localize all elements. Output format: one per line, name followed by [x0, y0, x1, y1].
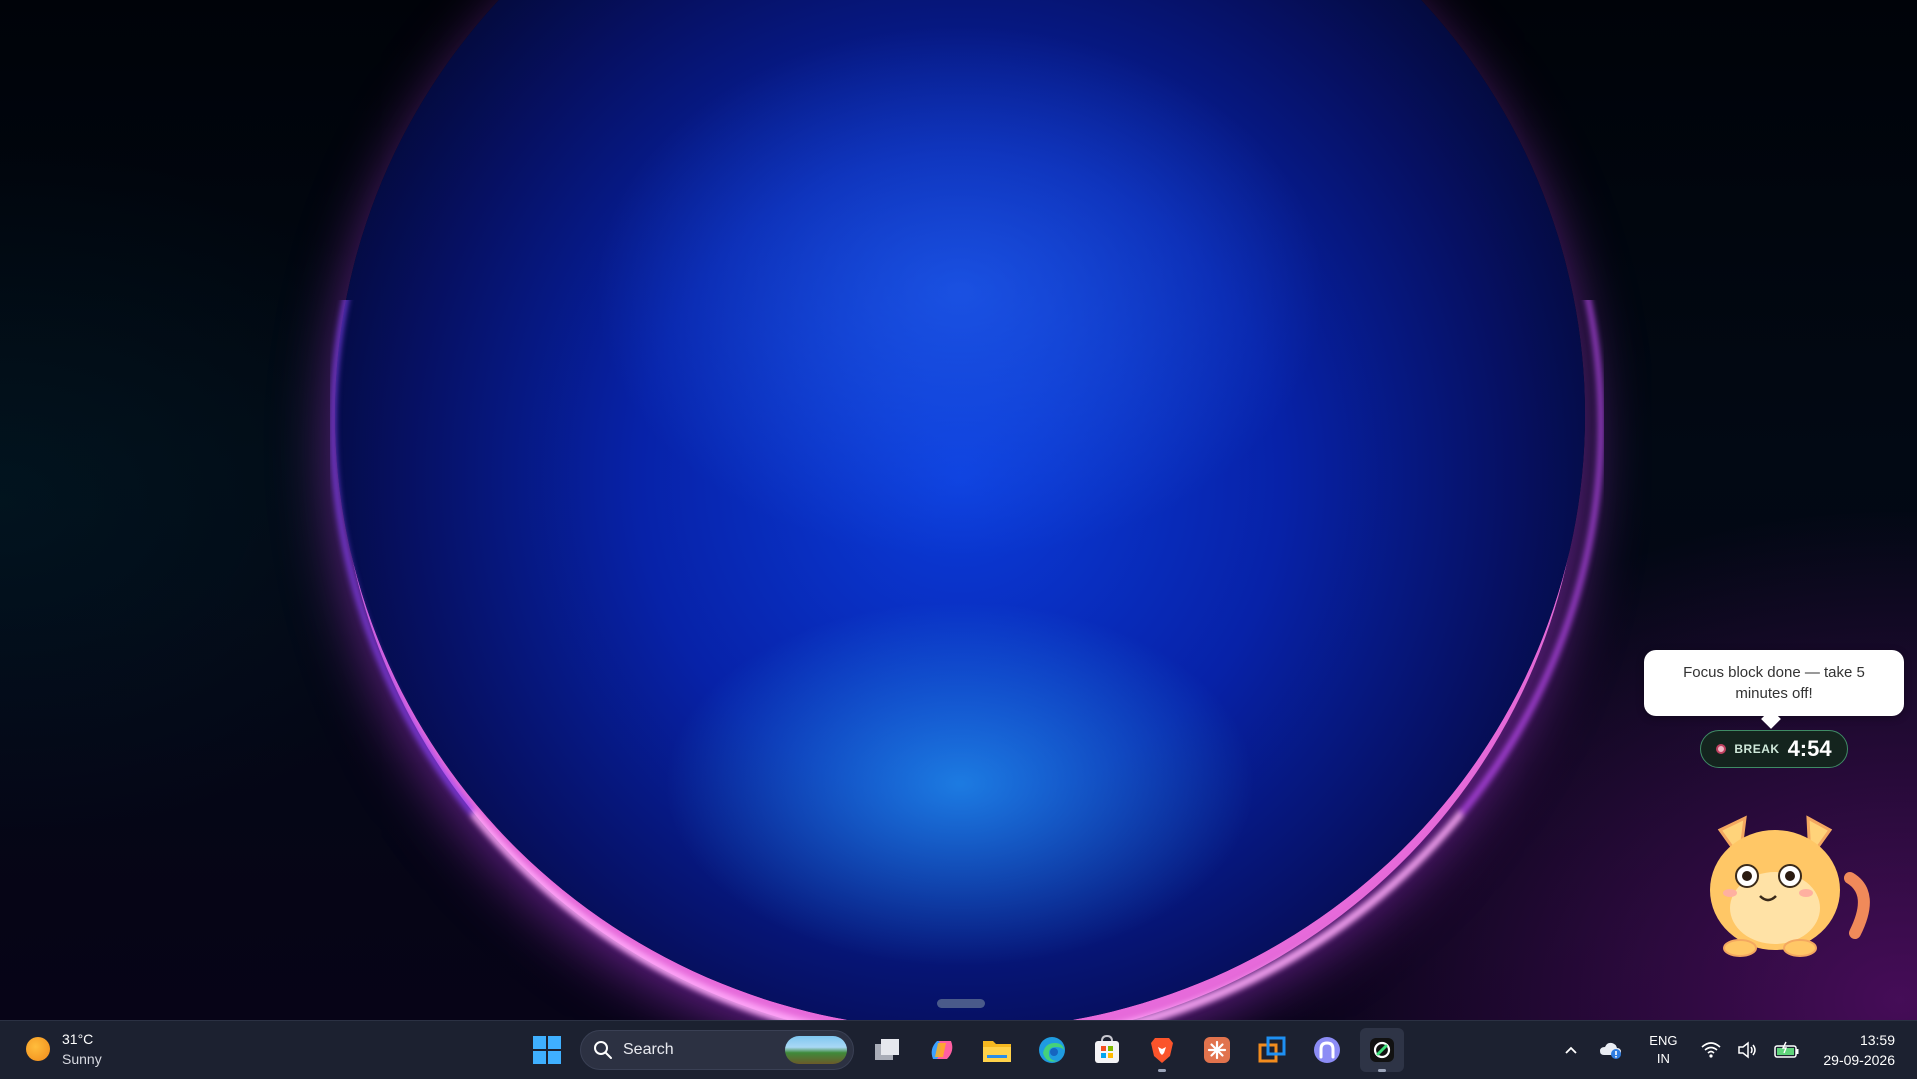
region-code: IN — [1656, 1051, 1670, 1066]
search-placeholder: Search — [623, 1041, 674, 1058]
chatgpt-button[interactable] — [1360, 1028, 1404, 1072]
weather-condition: Sunny — [62, 1051, 102, 1067]
brave-button[interactable] — [1140, 1028, 1184, 1072]
system-tray: ENG IN 13:59 29-09-2026 — [1553, 1021, 1917, 1079]
wifi-icon — [1701, 1042, 1721, 1058]
sun-icon — [26, 1037, 50, 1061]
wifi-button[interactable] — [1693, 1021, 1729, 1079]
timer-status-icon — [1716, 744, 1727, 754]
search-highlight-image — [785, 1036, 847, 1064]
taskbar: 31°C Sunny Search ENG IN 13:59 29-09-202… — [0, 1020, 1917, 1079]
language-code: ENG — [1649, 1033, 1678, 1048]
clock-time: 13:59 — [1859, 1032, 1895, 1048]
timer-time: 4:54 — [1787, 736, 1832, 761]
onedrive-cloud-icon — [1600, 1042, 1622, 1059]
speaker-icon — [1738, 1041, 1757, 1059]
chatgpt-icon — [1370, 1038, 1394, 1062]
claude-icon — [1204, 1037, 1230, 1063]
copilot-icon — [931, 1041, 953, 1059]
timer-label: BREAK — [1734, 742, 1780, 756]
microsoft-store-button[interactable] — [1085, 1028, 1129, 1072]
task-view-button[interactable] — [865, 1028, 909, 1072]
remote-desktop-button[interactable] — [1250, 1028, 1294, 1072]
microsoft-store-icon — [1095, 1035, 1119, 1063]
onedrive-button[interactable] — [1589, 1021, 1633, 1079]
weather-widget[interactable]: 31°C Sunny — [26, 1029, 102, 1069]
claude-button[interactable] — [1195, 1028, 1239, 1072]
cat-mascot-icon[interactable] — [1700, 808, 1870, 958]
taskbar-handle[interactable] — [937, 999, 985, 1008]
battery-charging-icon — [1774, 1041, 1799, 1058]
show-hidden-icons-button[interactable] — [1553, 1021, 1589, 1079]
task-view-icon — [875, 1039, 899, 1060]
notification-message: Focus block done — take 5 minutes off! — [1683, 664, 1865, 702]
search-box[interactable]: Search — [580, 1030, 854, 1070]
taskbar-center: Search — [525, 1027, 1404, 1073]
arc-icon — [1314, 1037, 1340, 1063]
file-explorer-button[interactable] — [975, 1028, 1019, 1072]
break-timer[interactable]: BREAK 4:54 — [1700, 730, 1848, 768]
running-indicator — [1378, 1069, 1386, 1072]
battery-button[interactable] — [1765, 1021, 1809, 1079]
chevron-up-icon — [1565, 1046, 1578, 1054]
desktop-wallpaper — [0, 0, 1917, 1020]
edge-icon — [1039, 1037, 1065, 1063]
start-button[interactable] — [525, 1028, 569, 1072]
clock-date: 29-09-2026 — [1823, 1052, 1895, 1068]
file-explorer-icon — [983, 1041, 1011, 1062]
copilot-button[interactable] — [920, 1028, 964, 1072]
running-indicator — [1158, 1069, 1166, 1072]
search-icon — [594, 1041, 612, 1059]
weather-temperature: 31°C — [62, 1031, 94, 1047]
windows-start-icon — [533, 1036, 561, 1064]
edge-button[interactable] — [1030, 1028, 1074, 1072]
volume-button[interactable] — [1729, 1021, 1765, 1079]
language-indicator[interactable]: ENG IN — [1633, 1021, 1693, 1079]
brave-icon — [1151, 1038, 1173, 1063]
remote-desktop-icon — [1258, 1036, 1286, 1063]
clock-button[interactable]: 13:59 29-09-2026 — [1809, 1021, 1917, 1079]
notification-bubble: Focus block done — take 5 minutes off! — [1644, 650, 1904, 716]
arc-button[interactable] — [1305, 1028, 1349, 1072]
